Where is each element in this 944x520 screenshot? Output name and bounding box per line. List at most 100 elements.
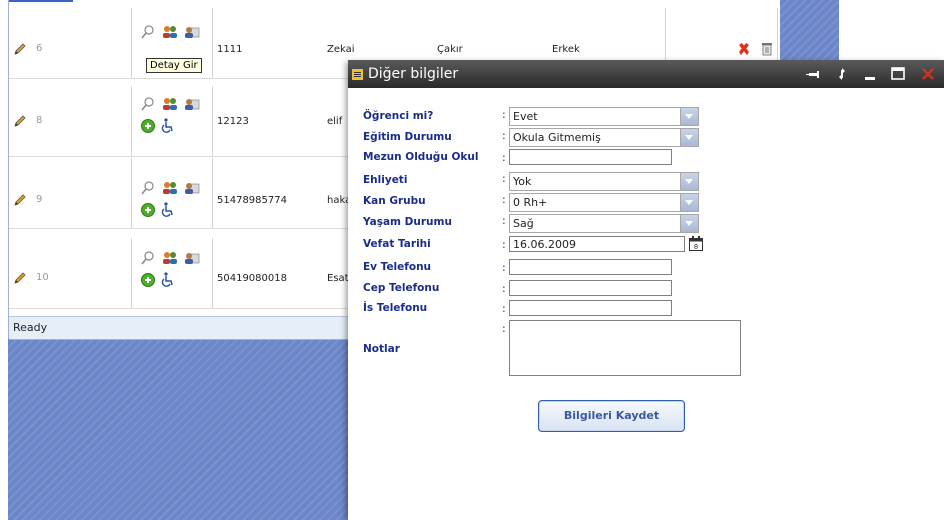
minimize-icon[interactable]	[862, 66, 878, 82]
left-edge	[0, 0, 8, 520]
delete-icon[interactable]	[737, 42, 751, 56]
wheelchair-icon[interactable]	[160, 272, 176, 288]
save-button[interactable]: Bilgileri Kaydet	[538, 400, 685, 432]
ehliyet-value: Yok	[513, 175, 532, 188]
egitim-select[interactable]: Okula Gitmemiş	[509, 128, 699, 147]
grid-header-link[interactable]	[9, 0, 73, 6]
svg-text:8: 8	[694, 243, 698, 251]
chevron-down-icon	[685, 114, 693, 119]
column-divider	[131, 158, 132, 228]
colon: :	[502, 282, 506, 295]
column-divider	[212, 8, 213, 78]
yasam-value: Sağ	[513, 217, 534, 230]
chevron-down-icon	[685, 179, 693, 184]
row-number: 8	[36, 115, 43, 126]
mezun-input[interactable]	[509, 149, 672, 165]
dialog-title: Diğer bilgiler	[368, 66, 459, 82]
row-number: 9	[36, 194, 43, 205]
save-button-label: Bilgileri Kaydet	[563, 409, 660, 422]
maximize-icon[interactable]	[890, 66, 906, 82]
kan-select[interactable]: 0 Rh+	[509, 193, 699, 212]
vefat-date-input[interactable]: 16.06.2009	[509, 236, 685, 252]
colon: :	[502, 214, 506, 227]
user-card-icon[interactable]	[184, 96, 200, 112]
status-text: Ready	[13, 321, 48, 334]
pencil-icon[interactable]	[13, 193, 27, 207]
tooltip: Detay Gir	[146, 58, 202, 73]
calendar-icon[interactable]: 8	[689, 236, 703, 251]
notlar-textarea[interactable]	[509, 320, 741, 376]
row-number: 6	[36, 43, 43, 54]
user-card-icon[interactable]	[184, 24, 200, 40]
colon: :	[502, 322, 506, 335]
tc-cell: 12123	[217, 116, 249, 127]
users-icon[interactable]	[162, 96, 178, 112]
kan-value: 0 Rh+	[513, 196, 548, 209]
dialog-body: Öğrenci mi? : Evet Eğitim Durumu : Okula…	[348, 88, 944, 520]
label-mezun: Mezun Olduğu Okul	[363, 151, 479, 163]
cep-telefonu-input[interactable]	[509, 280, 672, 296]
close-icon[interactable]	[920, 66, 936, 82]
wheelchair-icon[interactable]	[160, 118, 176, 134]
ev-telefonu-input[interactable]	[509, 259, 672, 275]
column-divider	[212, 86, 213, 156]
tc-cell: 1111	[217, 44, 243, 55]
column-divider	[212, 238, 213, 308]
colon: :	[502, 172, 506, 185]
colon: :	[502, 129, 506, 142]
search-icon[interactable]	[140, 180, 156, 196]
vefat-value: 16.06.2009	[513, 238, 576, 251]
label-notlar: Notlar	[363, 343, 400, 355]
search-icon[interactable]	[140, 24, 156, 40]
users-icon[interactable]	[162, 250, 178, 266]
add-icon[interactable]	[140, 118, 156, 134]
pencil-icon[interactable]	[13, 114, 27, 128]
ehliyet-select[interactable]: Yok	[509, 172, 699, 191]
search-icon[interactable]	[140, 250, 156, 266]
tc-cell: 50419080018	[217, 273, 287, 284]
row-number: 10	[36, 272, 49, 283]
pencil-icon[interactable]	[13, 42, 27, 56]
label-cep: Cep Telefonu	[363, 282, 440, 294]
desktop-background	[8, 338, 348, 520]
is-telefonu-input[interactable]	[509, 300, 672, 316]
colon: :	[502, 108, 506, 121]
form-icon	[352, 69, 363, 80]
users-icon[interactable]	[162, 180, 178, 196]
wheelchair-icon[interactable]	[160, 202, 176, 218]
chevron-down-icon	[685, 135, 693, 140]
column-divider	[212, 158, 213, 228]
add-icon[interactable]	[140, 202, 156, 218]
colon: :	[502, 302, 506, 315]
refresh-icon[interactable]	[834, 66, 850, 82]
label-ev: Ev Telefonu	[363, 261, 432, 273]
ogrenci-value: Evet	[513, 110, 538, 123]
user-card-icon[interactable]	[184, 180, 200, 196]
pin-icon[interactable]	[806, 66, 822, 82]
pencil-icon[interactable]	[13, 271, 27, 285]
yasam-select[interactable]: Sağ	[509, 214, 699, 233]
colon: :	[502, 261, 506, 274]
users-icon[interactable]	[162, 24, 178, 40]
label-egitim: Eğitim Durumu	[363, 131, 452, 143]
dialog-titlebar[interactable]: Diğer bilgiler	[348, 60, 944, 88]
column-divider	[131, 238, 132, 308]
label-yasam: Yaşam Durumu	[363, 216, 452, 228]
trash-icon[interactable]	[761, 41, 773, 56]
column-divider	[131, 8, 132, 78]
ogrenci-select[interactable]: Evet	[509, 107, 699, 126]
user-card-icon[interactable]	[184, 250, 200, 266]
search-icon[interactable]	[140, 96, 156, 112]
surname-cell: Çakır	[437, 44, 463, 55]
label-ogrenci: Öğrenci mi?	[363, 110, 434, 122]
name-cell: Esat	[327, 273, 349, 284]
details-dialog: Diğer bilgiler Öğrenci mi? : Evet Eğitim…	[348, 60, 944, 520]
label-ehliyet: Ehliyeti	[363, 174, 408, 186]
colon: :	[502, 151, 506, 164]
column-divider	[131, 86, 132, 156]
add-icon[interactable]	[140, 272, 156, 288]
label-is: İs Telefonu	[363, 302, 428, 314]
colon: :	[502, 238, 506, 251]
name-cell: Zekai	[327, 44, 355, 55]
label-kan: Kan Grubu	[363, 195, 426, 207]
